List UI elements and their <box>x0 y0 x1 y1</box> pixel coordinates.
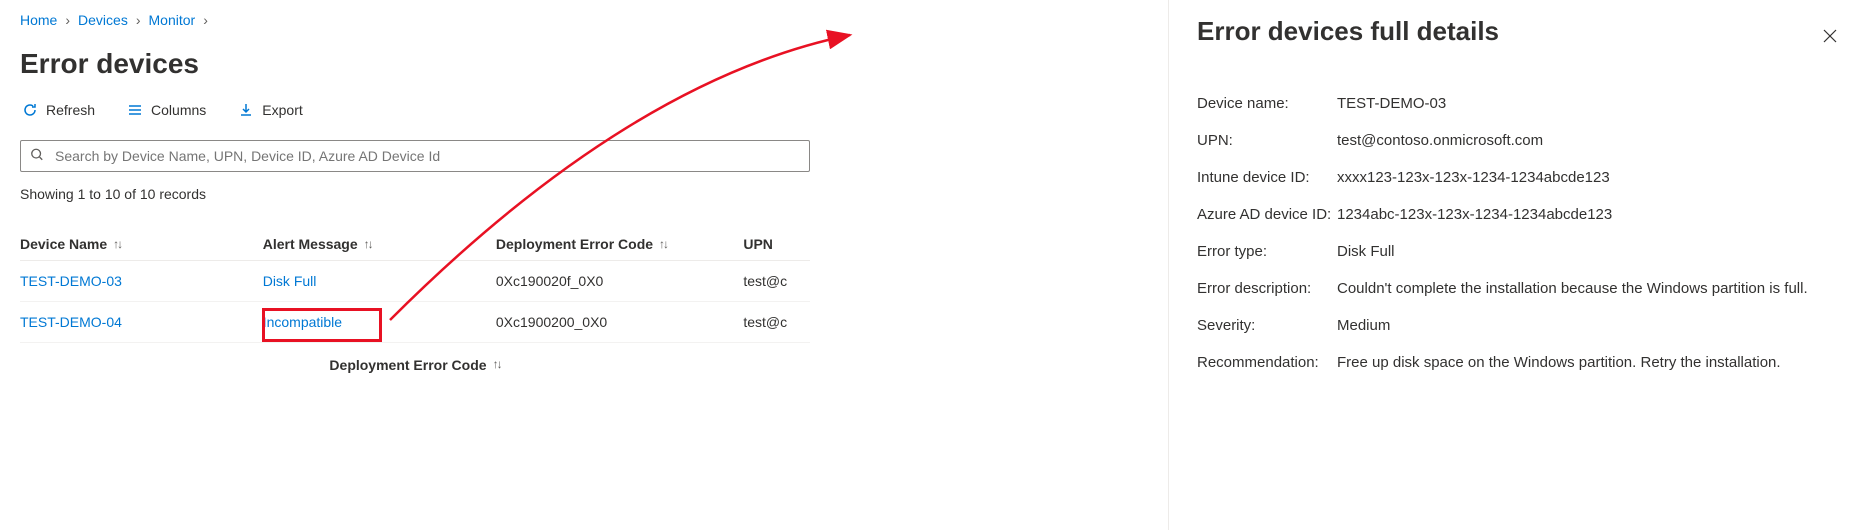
columns-label: Columns <box>151 102 206 118</box>
export-button[interactable]: Export <box>236 98 304 122</box>
detail-severity: Severity: Medium <box>1197 307 1840 344</box>
sort-icon: ↑↓ <box>364 237 372 251</box>
breadcrumb-monitor[interactable]: Monitor <box>149 12 196 28</box>
search-icon <box>30 148 44 165</box>
alert-link[interactable]: Disk Full <box>263 273 317 289</box>
col-upn[interactable]: UPN <box>743 236 810 252</box>
table-header: Device Name ↑↓ Alert Message ↑↓ Deployme… <box>20 236 810 261</box>
breadcrumb-home[interactable]: Home <box>20 12 57 28</box>
alert-link[interactable]: Incompatible <box>263 314 342 330</box>
search-input[interactable] <box>20 140 810 172</box>
detail-upn: UPN: test@contoso.onmicrosoft.com <box>1197 122 1840 159</box>
chevron-right-icon: › <box>136 12 141 28</box>
export-icon <box>238 102 254 118</box>
toolbar: Refresh Columns Export <box>20 98 810 122</box>
sort-icon: ↑↓ <box>493 357 501 373</box>
sort-icon: ↑↓ <box>113 237 121 251</box>
detail-azure-id: Azure AD device ID: 1234abc-123x-123x-12… <box>1197 196 1840 233</box>
details-panel: Error devices full details Device name: … <box>1168 0 1868 530</box>
breadcrumb: Home › Devices › Monitor › <box>20 12 810 28</box>
col-deployment-error[interactable]: Deployment Error Code ↑↓ <box>496 236 743 252</box>
detail-intune-id: Intune device ID: xxxx123-123x-123x-1234… <box>1197 159 1840 196</box>
search-wrap <box>20 140 810 172</box>
columns-icon <box>127 102 143 118</box>
panel-title: Error devices full details <box>1197 16 1840 47</box>
refresh-icon <box>22 102 38 118</box>
detail-recommendation: Recommendation: Free up disk space on th… <box>1197 344 1840 381</box>
detail-error-desc: Error description: Couldn't complete the… <box>1197 270 1840 307</box>
device-link[interactable]: TEST-DEMO-04 <box>20 314 122 330</box>
columns-button[interactable]: Columns <box>125 98 208 122</box>
breadcrumb-devices[interactable]: Devices <box>78 12 128 28</box>
detail-device-name: Device name: TEST-DEMO-03 <box>1197 85 1840 122</box>
page-title: Error devices <box>20 48 810 80</box>
sort-icon: ↑↓ <box>659 237 667 251</box>
refresh-label: Refresh <box>46 102 95 118</box>
table-row: TEST-DEMO-03 Disk Full 0Xc190020f_0X0 te… <box>20 261 810 302</box>
close-button[interactable] <box>1816 22 1844 50</box>
refresh-button[interactable]: Refresh <box>20 98 97 122</box>
device-link[interactable]: TEST-DEMO-03 <box>20 273 122 289</box>
error-code: 0Xc190020f_0X0 <box>496 273 743 289</box>
chevron-right-icon: › <box>65 12 70 28</box>
upn-value: test@c <box>743 273 810 289</box>
footer-sort[interactable]: Deployment Error Code ↑↓ <box>20 357 810 373</box>
records-count: Showing 1 to 10 of 10 records <box>20 186 810 202</box>
upn-value: test@c <box>743 314 810 330</box>
chevron-right-icon: › <box>203 12 208 28</box>
detail-error-type: Error type: Disk Full <box>1197 233 1840 270</box>
table-row: TEST-DEMO-04 Incompatible 0Xc1900200_0X0… <box>20 302 810 343</box>
col-device-name[interactable]: Device Name ↑↓ <box>20 236 263 252</box>
export-label: Export <box>262 102 302 118</box>
col-alert-message[interactable]: Alert Message ↑↓ <box>263 236 496 252</box>
error-code: 0Xc1900200_0X0 <box>496 314 743 330</box>
